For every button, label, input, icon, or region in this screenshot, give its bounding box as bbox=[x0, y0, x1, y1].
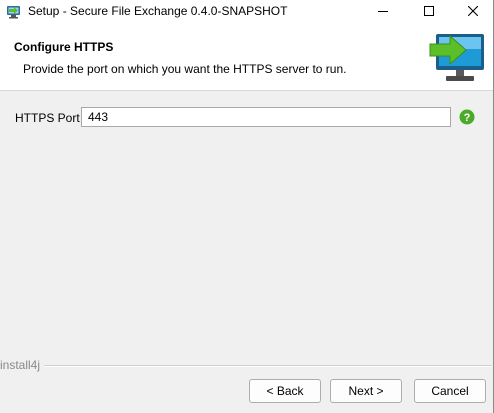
maximize-button[interactable] bbox=[406, 0, 452, 24]
https-port-label: HTTPS Port bbox=[15, 111, 80, 125]
title-bar[interactable]: Setup - Secure File Exchange 0.4.0-SNAPS… bbox=[0, 0, 493, 24]
close-button[interactable] bbox=[450, 0, 494, 24]
cancel-button[interactable]: Cancel bbox=[414, 379, 486, 403]
window-title: Setup - Secure File Exchange 0.4.0-SNAPS… bbox=[28, 4, 288, 18]
page-title: Configure HTTPS bbox=[14, 40, 114, 54]
close-icon bbox=[467, 5, 479, 19]
monitor-with-green-arrow-icon bbox=[428, 30, 488, 86]
minimize-button[interactable] bbox=[360, 0, 406, 24]
svg-text:?: ? bbox=[464, 112, 471, 124]
page-subtitle: Provide the port on which you want the H… bbox=[23, 62, 347, 76]
app-installer-icon bbox=[6, 4, 22, 20]
https-port-input[interactable] bbox=[81, 107, 451, 127]
back-button[interactable]: < Back bbox=[249, 379, 321, 403]
setup-window: Setup - Secure File Exchange 0.4.0-SNAPS… bbox=[0, 0, 494, 413]
footer-separator bbox=[44, 365, 492, 367]
minimize-icon bbox=[378, 5, 388, 19]
wizard-header: Configure HTTPS Provide the port on whic… bbox=[0, 24, 493, 91]
install4j-brand: install4j bbox=[0, 358, 41, 372]
maximize-icon bbox=[424, 5, 434, 19]
help-icon[interactable]: ? bbox=[459, 109, 475, 125]
next-button[interactable]: Next > bbox=[330, 379, 402, 403]
